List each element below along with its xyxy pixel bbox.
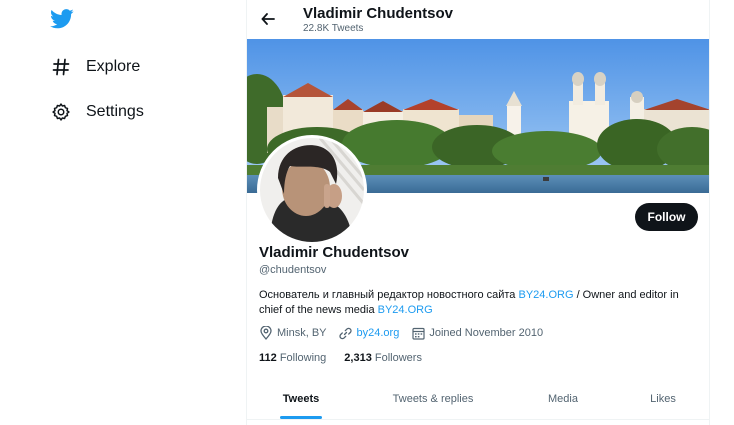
nav-item-settings[interactable]: Settings [50, 97, 144, 127]
joined-text: Joined November 2010 [429, 327, 544, 339]
tab-label: Tweets [282, 392, 320, 405]
arrow-left-icon [261, 13, 275, 25]
bio-link[interactable]: BY24.ORG [518, 289, 573, 301]
profile-stats: 112 Following 2,313 Followers [259, 352, 440, 364]
tab-likes[interactable]: Likes [615, 378, 709, 419]
follow-button[interactable]: Follow [635, 203, 698, 231]
tab-label: Likes [650, 392, 676, 405]
profile-bio: Основатель и главный редактор новостного… [259, 288, 704, 318]
profile-header-bar: Vladimir Chudentsov 22.8K Tweets [247, 0, 709, 39]
link-icon [339, 326, 353, 340]
hashtag-icon [50, 56, 72, 78]
left-nav: Explore Settings [0, 0, 246, 425]
gear-icon [50, 101, 72, 123]
profile-name: Vladimir Chudentsov [259, 244, 410, 261]
profile-column: Vladimir Chudentsov 22.8K Tweets Follow … [246, 0, 710, 425]
nav-item-explore[interactable]: Explore [50, 52, 140, 82]
followers-stat[interactable]: 2,313 Followers [344, 352, 422, 364]
tab-label: Tweets & replies [392, 392, 474, 405]
website-link[interactable]: by24.org [357, 327, 400, 339]
bio-link[interactable]: BY24.ORG [378, 304, 433, 316]
header-name: Vladimir Chudentsov [303, 5, 454, 22]
tweet-count: 22.8K Tweets [303, 23, 364, 34]
profile-website[interactable]: by24.org [339, 326, 400, 340]
nav-item-label: Explore [86, 58, 141, 75]
back-button[interactable] [259, 10, 277, 28]
nav-item-label: Settings [86, 103, 144, 120]
tab-tweets[interactable]: Tweets [247, 378, 355, 419]
tab-media[interactable]: Media [511, 378, 615, 419]
followers-count: 2,313 [344, 352, 372, 364]
profile-location: Minsk, BY [259, 326, 327, 340]
profile-handle: @chudentsov [259, 264, 327, 276]
right-gutter [713, 0, 734, 425]
followers-label: Followers [374, 352, 422, 364]
twitter-bird-icon[interactable] [50, 8, 74, 32]
tab-tweets-and-replies[interactable]: Tweets & replies [355, 378, 511, 419]
following-stat[interactable]: 112 Following [259, 352, 326, 364]
active-tab-indicator [280, 416, 322, 419]
twitter-profile-page: Explore Settings Vladimir Chudentsov 22.… [0, 0, 734, 425]
bio-text: Основатель и главный редактор новостного… [259, 289, 519, 301]
calendar-icon [411, 326, 425, 340]
following-count: 112 [259, 352, 277, 364]
profile-joined: Joined November 2010 [411, 326, 543, 340]
tab-label: Media [548, 392, 578, 405]
following-label: Following [279, 352, 327, 364]
location-text: Minsk, BY [277, 327, 327, 339]
profile-avatar[interactable] [257, 135, 367, 245]
profile-tabs: Tweets Tweets & replies Media Likes [247, 378, 709, 420]
profile-meta: Minsk, BY by24.org Joined November 2010 [259, 326, 555, 340]
location-pin-icon [259, 326, 273, 340]
